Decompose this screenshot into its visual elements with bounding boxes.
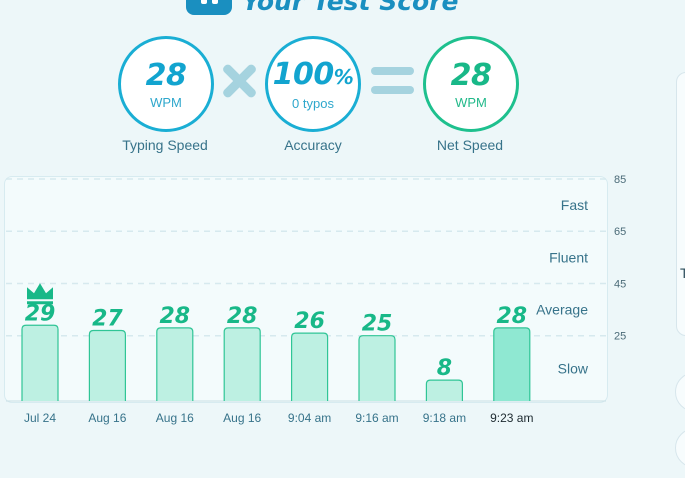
bar: [88, 329, 126, 401]
bar-value-label: 27: [92, 306, 123, 331]
side-button-2[interactable]: [675, 428, 685, 468]
zone-label: Fast: [561, 197, 588, 213]
crown-icon: [27, 283, 53, 300]
x-tick-label: 9:18 am: [423, 411, 466, 425]
bar-chart-svg: 85 65 45 25 Fast Fluent Average Slow 29 Jul 24 27 A…: [6, 174, 626, 425]
bar-value-label: 26: [294, 309, 325, 334]
bar-value-label: 8: [437, 356, 452, 381]
y-tick-label: 85: [614, 174, 626, 186]
x-tick-label: 9:23 am: [490, 411, 533, 425]
side-panel-text: T: [680, 265, 685, 281]
bar: [425, 379, 463, 401]
x-tick-label: Jul 24: [24, 411, 56, 425]
bar: [156, 327, 194, 401]
x-tick-label: Aug 16: [88, 411, 126, 425]
x-tick-label: Aug 16: [156, 411, 194, 425]
bar-value-label: 28: [496, 304, 527, 329]
crown-icon-base: [27, 301, 53, 305]
side-panel: T: [676, 72, 685, 336]
y-tick-label: 45: [614, 278, 626, 290]
bar: [358, 335, 396, 401]
side-button-1[interactable]: [675, 372, 685, 412]
zone-label: Slow: [558, 360, 589, 376]
y-tick-label: 65: [614, 226, 626, 238]
bar: [21, 324, 59, 401]
zone-label: Average: [536, 302, 588, 318]
x-tick-label: 9:04 am: [288, 411, 331, 425]
bar-value-label: 29: [25, 301, 56, 326]
x-tick-label: 9:16 am: [355, 411, 398, 425]
bar: [291, 332, 329, 401]
zone-label: Fluent: [549, 249, 588, 265]
bar: [223, 327, 261, 401]
speed-history-chart: 85 65 45 25 Fast Fluent Average Slow 29 Jul 24 27 A…: [0, 0, 640, 478]
y-tick-label: 25: [614, 331, 626, 343]
bar: [493, 327, 531, 401]
bar-value-label: 28: [227, 304, 258, 329]
x-tick-label: Aug 16: [223, 411, 261, 425]
bar-value-label: 28: [159, 304, 190, 329]
bar-value-label: 25: [362, 312, 393, 337]
